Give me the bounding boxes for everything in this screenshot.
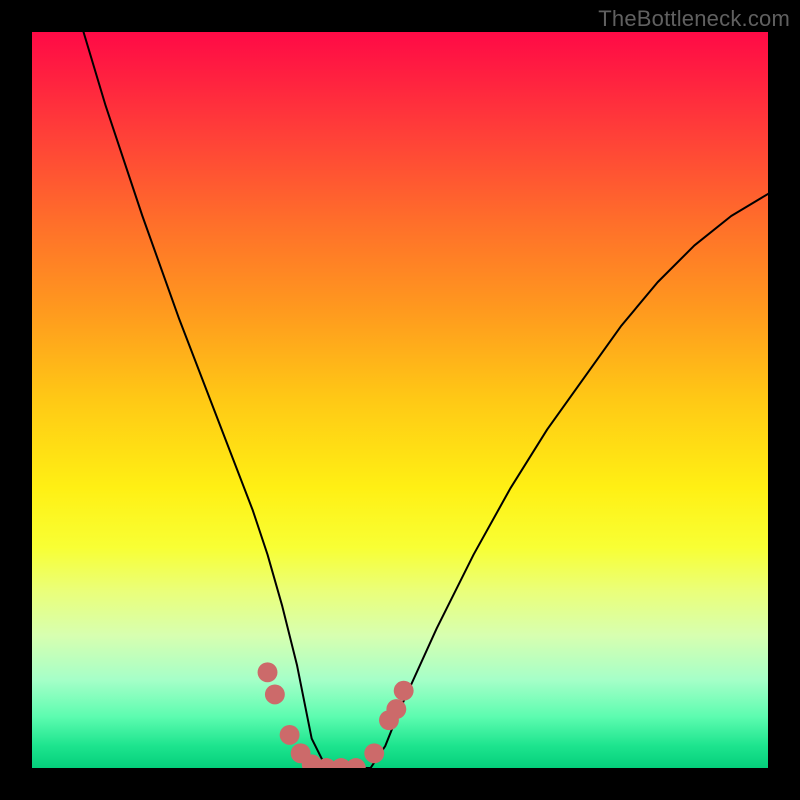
- data-marker: [346, 758, 366, 768]
- plot-area: [32, 32, 768, 768]
- watermark-text: TheBottleneck.com: [598, 6, 790, 32]
- chart-svg: [32, 32, 768, 768]
- data-marker: [394, 681, 414, 701]
- data-marker: [265, 684, 285, 704]
- data-markers: [258, 662, 414, 768]
- chart-frame: TheBottleneck.com: [0, 0, 800, 800]
- data-marker: [364, 743, 384, 763]
- data-marker: [280, 725, 300, 745]
- data-marker: [386, 699, 406, 719]
- bottleneck-curve: [84, 32, 768, 768]
- data-marker: [258, 662, 278, 682]
